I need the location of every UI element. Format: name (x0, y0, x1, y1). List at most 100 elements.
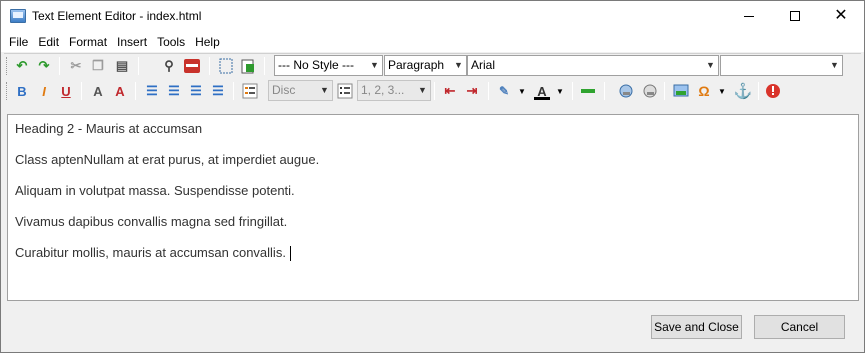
special-character-dropdown-icon[interactable]: ▼ (712, 81, 732, 101)
minimize-icon (744, 15, 754, 17)
paste-special-icon[interactable] (238, 56, 258, 76)
highlight-icon[interactable]: ✎ (494, 81, 514, 101)
error-icon-svg (766, 84, 780, 98)
bold-button[interactable]: B (12, 81, 32, 101)
window-title: Text Element Editor - index.html (32, 9, 202, 23)
block-format-select[interactable]: Paragraph ▼ (384, 55, 467, 76)
indent-icon[interactable]: ⇥ (462, 81, 482, 101)
font-color-button[interactable]: A (532, 81, 552, 101)
toolbar-area: ↶ ↷ ✂ ❐ ▤ ⚲ --- No Style --- ▼ Paragraph… (4, 53, 861, 103)
select-all-icon[interactable] (216, 56, 236, 76)
paragraph: Class aptenNullam at erat purus, at impe… (15, 152, 320, 167)
menu-edit[interactable]: Edit (33, 35, 64, 49)
title-bar: Text Element Editor - index.html ✕ (1, 1, 864, 31)
font-family-value: Arial (471, 58, 496, 72)
align-justify-icon[interactable]: ☰ (208, 81, 228, 101)
font-size-decrease-button[interactable]: A (88, 81, 108, 101)
separator (604, 82, 605, 100)
underline-button[interactable]: U (56, 81, 76, 101)
bullet-list-icon-svg (242, 83, 258, 99)
superscript-icon: A (115, 83, 125, 99)
bullet-list-icon[interactable] (240, 81, 260, 101)
separator (488, 82, 489, 100)
insert-link-icon[interactable] (616, 81, 636, 101)
separator (138, 57, 139, 75)
close-icon: ✕ (834, 7, 848, 24)
save-and-close-button[interactable]: Save and Close (651, 315, 742, 339)
toolbar-row-2: B I U A A ☰ ☰ ☰ ☰ Disc ▼ 1, 2, 3... ▼ ⇤ … (4, 79, 861, 103)
chevron-down-icon: ▼ (706, 60, 715, 70)
chevron-down-icon: ▼ (418, 85, 427, 95)
separator (59, 57, 60, 75)
highlight-dropdown-icon[interactable]: ▼ (512, 81, 532, 101)
separator (434, 82, 435, 100)
omega-icon: Ω (698, 83, 710, 99)
spellcheck-icon-svg (184, 59, 200, 73)
select-all-icon-svg (219, 58, 233, 74)
redo-icon[interactable]: ↷ (34, 56, 54, 76)
insert-image-icon-svg (673, 84, 689, 97)
find-icon[interactable]: ⚲ (159, 56, 179, 76)
paragraph-last: Curabitur mollis, mauris at accumsan con… (15, 244, 851, 262)
italic-button[interactable]: I (34, 81, 54, 101)
menu-bar: File Edit Format Insert Tools Help (1, 31, 864, 52)
menu-help[interactable]: Help (190, 35, 225, 49)
remove-link-icon[interactable] (640, 81, 660, 101)
menu-file[interactable]: File (4, 35, 33, 49)
numbered-list-icon-svg (337, 83, 353, 99)
insert-image-icon[interactable] (671, 81, 691, 101)
bold-icon: B (17, 83, 27, 99)
separator (264, 57, 265, 75)
minimize-button[interactable] (726, 1, 772, 31)
numbering-select[interactable]: 1, 2, 3... ▼ (357, 80, 431, 101)
cancel-button[interactable]: Cancel (754, 315, 845, 339)
align-right-icon[interactable]: ☰ (186, 81, 206, 101)
spellcheck-icon[interactable] (182, 56, 202, 76)
align-center-icon[interactable]: ☰ (164, 81, 184, 101)
copy-icon[interactable]: ❐ (88, 56, 108, 76)
style-select[interactable]: --- No Style --- ▼ (274, 55, 383, 76)
menu-insert[interactable]: Insert (112, 35, 152, 49)
separator (81, 82, 82, 100)
paste-icon[interactable]: ▤ (112, 56, 132, 76)
font-size-icon: A (93, 83, 103, 99)
paragraph-heading: Heading 2 - Mauris at accumsan (15, 121, 203, 136)
font-family-select[interactable]: Arial ▼ (467, 55, 719, 76)
font-color-swatch (534, 97, 550, 100)
undo-icon[interactable]: ↶ (12, 56, 32, 76)
special-character-button[interactable]: Ω (694, 81, 714, 101)
menu-format[interactable]: Format (64, 35, 112, 49)
numbered-list-icon[interactable] (335, 81, 355, 101)
separator (758, 82, 759, 100)
separator (209, 57, 210, 75)
chevron-down-icon: ▼ (454, 60, 463, 70)
chevron-down-icon: ▼ (370, 60, 379, 70)
style-select-value: --- No Style --- (278, 58, 354, 72)
font-size-select[interactable]: ▼ (720, 55, 843, 76)
chevron-down-icon: ▼ (830, 60, 839, 70)
paragraph-last-text: Curabitur mollis, mauris at accumsan con… (15, 245, 286, 260)
cut-icon[interactable]: ✂ (66, 56, 86, 76)
horizontal-rule-icon[interactable] (578, 81, 598, 101)
horizontal-rule-icon-svg (581, 89, 595, 93)
paragraph: Vivamus dapibus convallis magna sed frin… (15, 214, 288, 229)
list-style-value: Disc (272, 83, 296, 97)
maximize-button[interactable] (772, 1, 818, 31)
rich-text-editor[interactable]: Heading 2 - Mauris at accumsan Class apt… (7, 114, 859, 301)
chevron-down-icon: ▼ (320, 85, 329, 95)
align-left-icon[interactable]: ☰ (142, 81, 162, 101)
toolbar-row-1: ↶ ↷ ✂ ❐ ▤ ⚲ --- No Style --- ▼ Paragraph… (4, 54, 861, 78)
anchor-icon[interactable]: ⚓ (733, 81, 753, 101)
toolbar-grip (6, 82, 9, 100)
close-button[interactable]: ✕ (818, 1, 864, 31)
outdent-icon[interactable]: ⇤ (440, 81, 460, 101)
superscript-button[interactable]: A (110, 81, 130, 101)
font-color-dropdown-icon[interactable]: ▼ (550, 81, 570, 101)
menu-tools[interactable]: Tools (152, 35, 190, 49)
app-icon (10, 9, 26, 23)
error-icon[interactable] (763, 81, 783, 101)
insert-link-icon-svg (619, 84, 633, 98)
underline-icon: U (61, 83, 71, 99)
list-style-select[interactable]: Disc ▼ (268, 80, 333, 101)
block-format-value: Paragraph (388, 58, 445, 72)
